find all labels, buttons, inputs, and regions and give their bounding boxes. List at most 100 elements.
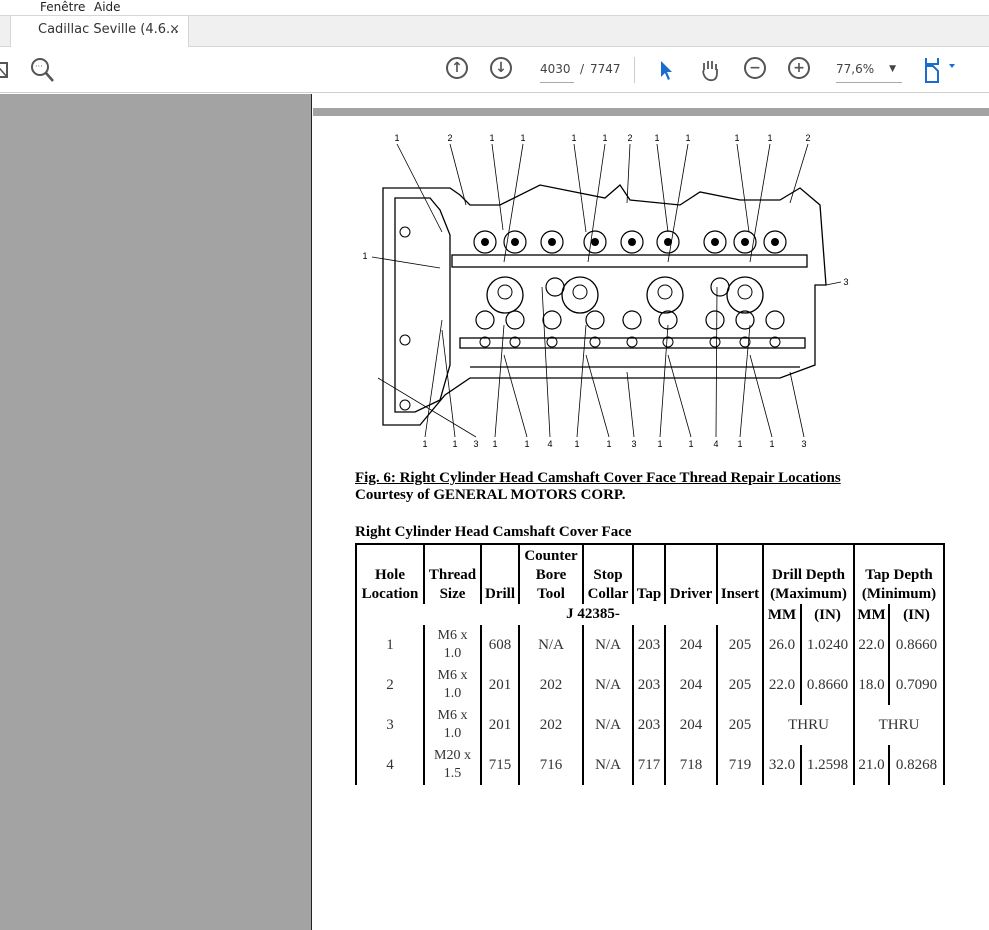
lower-bore <box>505 310 525 330</box>
leader-line <box>449 143 467 206</box>
subheader-mm: MM <box>853 604 889 625</box>
cell-insert: 205 <box>716 665 763 705</box>
cam-bolt <box>741 238 749 246</box>
callout-label: 1 <box>571 133 576 143</box>
zoom-out-icon[interactable]: − <box>744 57 766 79</box>
cell-dd-in: 0.8660 <box>800 665 854 705</box>
leader-line <box>715 286 718 438</box>
subheader-mm: MM <box>762 604 801 625</box>
cell-tap: 203 <box>632 665 665 705</box>
close-tab-icon[interactable]: × <box>169 22 180 37</box>
zoom-in-icon[interactable]: + <box>788 57 810 79</box>
lower-bore <box>622 310 642 330</box>
header-drill-depth: Drill Depth (Maximum) <box>762 544 854 604</box>
page-down-icon[interactable]: ↓ <box>490 57 512 79</box>
cell-td-mm: 18.0 <box>853 665 889 705</box>
page-up-icon[interactable]: ↑ <box>446 57 468 79</box>
table-title: Right Cylinder Head Camshaft Cover Face <box>355 524 632 540</box>
cell-td-in: 0.8268 <box>888 745 944 785</box>
cell-dd-in: 1.2598 <box>800 745 854 785</box>
mount-hole <box>399 334 411 346</box>
fit-page-icon[interactable] <box>922 57 958 83</box>
leader-line <box>749 143 771 263</box>
callout-label: 1 <box>422 439 427 449</box>
callout-label: 1 <box>520 133 525 143</box>
lower-bore <box>735 310 755 330</box>
table-row: 3 M6 x 1.0 201 202 N/A 203 204 205 THRU THRU <box>356 705 944 745</box>
cell-stop: N/A <box>582 665 633 705</box>
cam-bolt <box>481 238 489 246</box>
cell-stop: N/A <box>582 625 633 665</box>
table-row: 4 M20 x 1.5 715 716 N/A 717 718 719 32.0 1.2598 21.… <box>356 745 944 785</box>
spark-plug-hole <box>657 284 673 300</box>
cell-tap-depth: THRU <box>853 705 944 745</box>
cam-bolt <box>711 238 719 246</box>
page-separator-bar <box>313 108 989 116</box>
table-subheader-row: J 42385- MM (IN) MM (IN) <box>356 604 944 625</box>
svg-text:···: ··· <box>35 62 43 71</box>
callout-label: 1 <box>734 133 739 143</box>
cell-stop: N/A <box>582 745 633 785</box>
cell-drill-depth: THRU <box>762 705 854 745</box>
cell-dd-mm: 22.0 <box>762 665 801 705</box>
spark-plug-bore <box>486 276 524 314</box>
callout-label: 3 <box>631 439 636 449</box>
menu-fenetre[interactable]: Fenêtre <box>40 0 85 14</box>
lower-bore <box>705 310 725 330</box>
callout-label: 1 <box>489 133 494 143</box>
cell-driver: 204 <box>664 665 717 705</box>
leader-line <box>371 256 441 269</box>
cell-thread: M20 x 1.5 <box>423 745 481 785</box>
cell-td-in: 0.7090 <box>888 665 944 705</box>
cell-driver: 204 <box>664 625 717 665</box>
cell-dd-mm: 32.0 <box>762 745 801 785</box>
zoom-level-select[interactable]: 77,6% ▼ <box>836 62 902 83</box>
chevron-down-icon: ▼ <box>889 64 896 74</box>
zoom-search-icon[interactable]: ··· <box>30 57 56 83</box>
lower-bore <box>542 310 562 330</box>
callout-label: 1 <box>657 439 662 449</box>
leader-line <box>494 324 505 438</box>
figure-courtesy: Courtesy of GENERAL MOTORS CORP. <box>355 487 626 503</box>
cam-bolt <box>771 238 779 246</box>
page-number-input[interactable]: 4030 <box>540 62 574 83</box>
cell-hole: 1 <box>386 636 394 653</box>
cell-thread: M6 x 1.0 <box>423 625 481 665</box>
hand-icon[interactable] <box>699 57 721 83</box>
cell-hole: 4 <box>386 756 394 773</box>
zoom-level-value: 77,6% <box>836 62 875 76</box>
select-arrow-icon[interactable] <box>658 57 674 83</box>
mail-icon[interactable] <box>0 57 10 83</box>
callout-label: 4 <box>713 439 718 449</box>
leader-line <box>541 286 551 438</box>
callout-label: 1 <box>606 439 611 449</box>
page-total: 7747 <box>590 62 621 76</box>
spark-plug-bore <box>726 276 764 314</box>
leader-line <box>656 143 669 233</box>
callout-label: 1 <box>767 133 772 143</box>
subheader-in: (IN) <box>888 604 944 625</box>
leader-line <box>626 143 631 204</box>
cell-drill: 608 <box>480 625 519 665</box>
callout-label: 1 <box>524 439 529 449</box>
callout-label: 1 <box>362 251 367 261</box>
cell-thread: M6 x 1.0 <box>423 705 481 745</box>
cam-bolt <box>511 238 519 246</box>
leader-line <box>789 143 809 204</box>
leader-line <box>659 324 669 438</box>
leader-line <box>736 143 750 233</box>
callout-label: 2 <box>627 133 632 143</box>
leader-line <box>739 324 751 438</box>
leader-line <box>789 371 805 438</box>
cell-counter: 202 <box>518 705 583 745</box>
callout-label: 1 <box>688 439 693 449</box>
menu-aide[interactable]: Aide <box>94 0 121 14</box>
lower-bore <box>585 310 605 330</box>
header-hole-location: Hole Location <box>361 567 419 602</box>
callout-label: 1 <box>394 133 399 143</box>
cell-td-mm: 22.0 <box>853 625 889 665</box>
callout-label: 1 <box>769 439 774 449</box>
spark-plug-hole <box>737 284 753 300</box>
figure-caption: Fig. 6: Right Cylinder Head Camshaft Cov… <box>355 470 841 504</box>
document-tab[interactable]: Cadillac Seville (4.6... × <box>10 16 189 47</box>
